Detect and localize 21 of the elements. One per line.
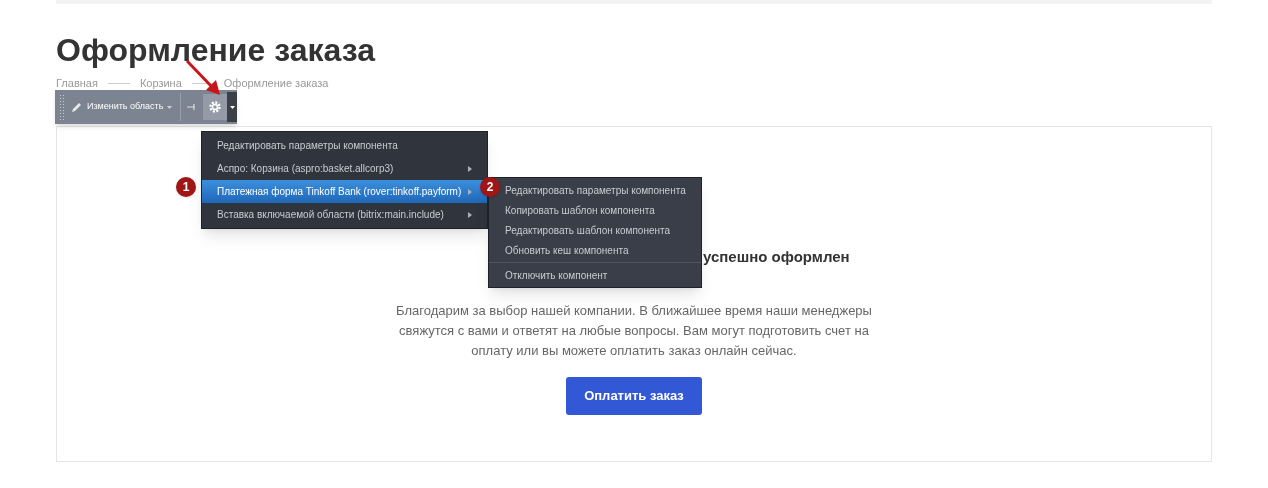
caret-icon bbox=[167, 105, 173, 109]
menu-item[interactable]: Вставка включаемой области (bitrix:main.include) bbox=[202, 203, 487, 226]
step-badge: 1 bbox=[176, 177, 196, 197]
menu-item[interactable]: Аспро: Корзина (aspro:basket.allcorp3) bbox=[202, 157, 487, 180]
page-title: Оформление заказа bbox=[56, 32, 377, 68]
edit-area-button[interactable]: Изменить область bbox=[70, 100, 173, 114]
pencil-icon bbox=[70, 101, 83, 113]
pay-button[interactable]: Оплатить заказ bbox=[566, 377, 702, 415]
settings-button[interactable] bbox=[203, 94, 228, 120]
menu-item[interactable]: Копировать шаблон компонента bbox=[503, 200, 701, 220]
menu-item[interactable]: Редактировать шаблон компонента bbox=[503, 220, 701, 240]
menu-item[interactable]: Редактировать параметры компонента bbox=[202, 134, 487, 157]
menu-item[interactable]: Отключить компонент bbox=[503, 265, 701, 285]
settings-icon bbox=[208, 100, 223, 114]
caret-icon bbox=[229, 105, 235, 109]
order-message: Благодарим за выбор нашей компании. В ближайшее время наши менеджеры свяжутся с вами и ответят на любые вопросы. Вам могут подготовить счет на оплату или вы можете оплатить заказ онлайн сейчас. bbox=[395, 302, 873, 360]
menu-item[interactable]: Редактировать параметры компонента bbox=[503, 180, 701, 200]
menu-item[interactable]: Обновить кеш компонента bbox=[503, 240, 701, 260]
settings-dropdown-button[interactable] bbox=[227, 92, 237, 122]
order-heading: успешно оформлен bbox=[703, 248, 850, 265]
menu-item[interactable]: Платежная форма Tinkoff Bank (rover:tinkoff.payform) bbox=[202, 180, 487, 203]
